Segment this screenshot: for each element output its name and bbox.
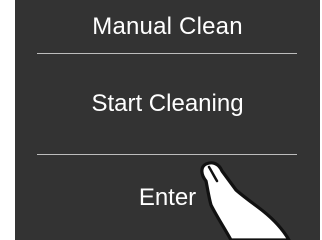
start-cleaning-button[interactable]: Start Cleaning — [15, 89, 320, 119]
enter-label: Enter — [138, 184, 197, 211]
top-divider — [37, 53, 297, 54]
screen-title: Manual Clean — [92, 13, 243, 40]
start-cleaning-label: Start Cleaning — [91, 90, 244, 117]
enter-button[interactable]: Enter — [15, 183, 320, 213]
bottom-divider — [37, 154, 297, 155]
device-frame: Manual Clean Start Cleaning Enter — [0, 0, 322, 240]
display-screen: Manual Clean Start Cleaning Enter — [15, 0, 320, 240]
